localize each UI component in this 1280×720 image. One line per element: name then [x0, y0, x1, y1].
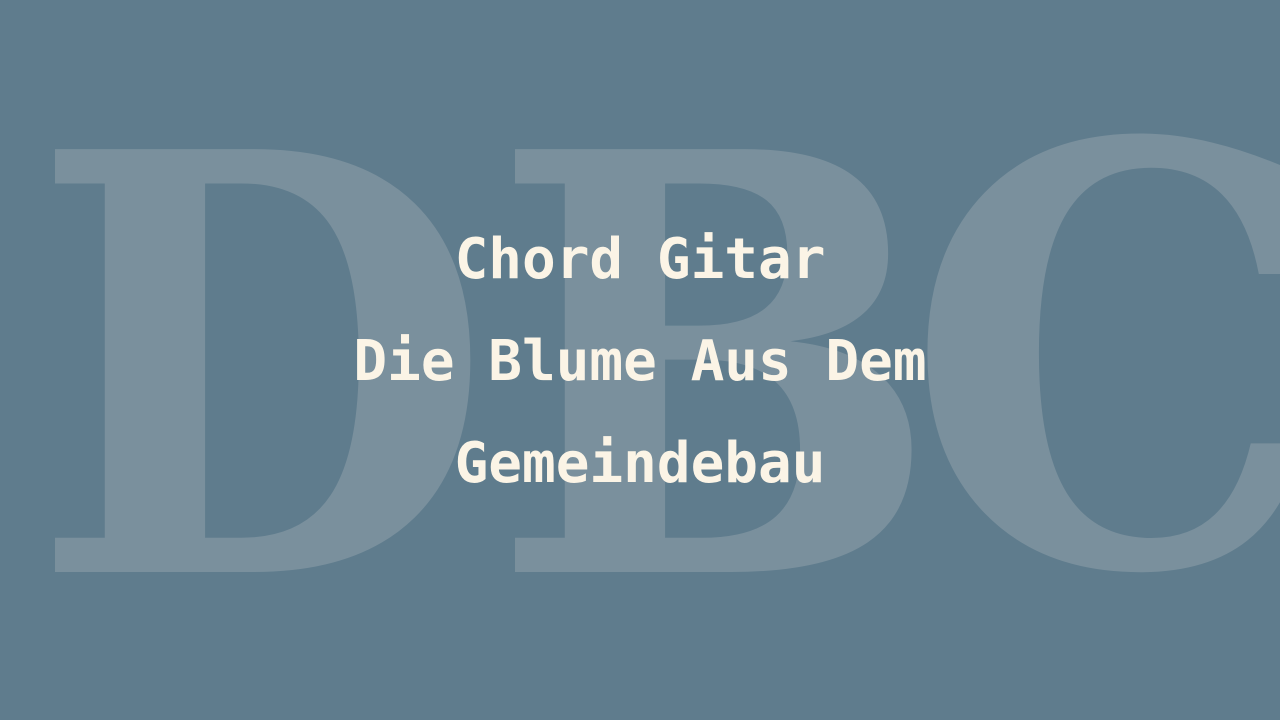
title-line-2: Die Blume Aus Dem — [353, 328, 927, 394]
title-line-1: Chord Gitar — [454, 226, 826, 292]
title-container: Chord Gitar Die Blume Aus Dem Gemeindeba… — [0, 0, 1280, 720]
page-title: Chord Gitar Die Blume Aus Dem Gemeindeba… — [190, 209, 1090, 515]
title-line-3: Gemeindebau — [454, 430, 826, 496]
